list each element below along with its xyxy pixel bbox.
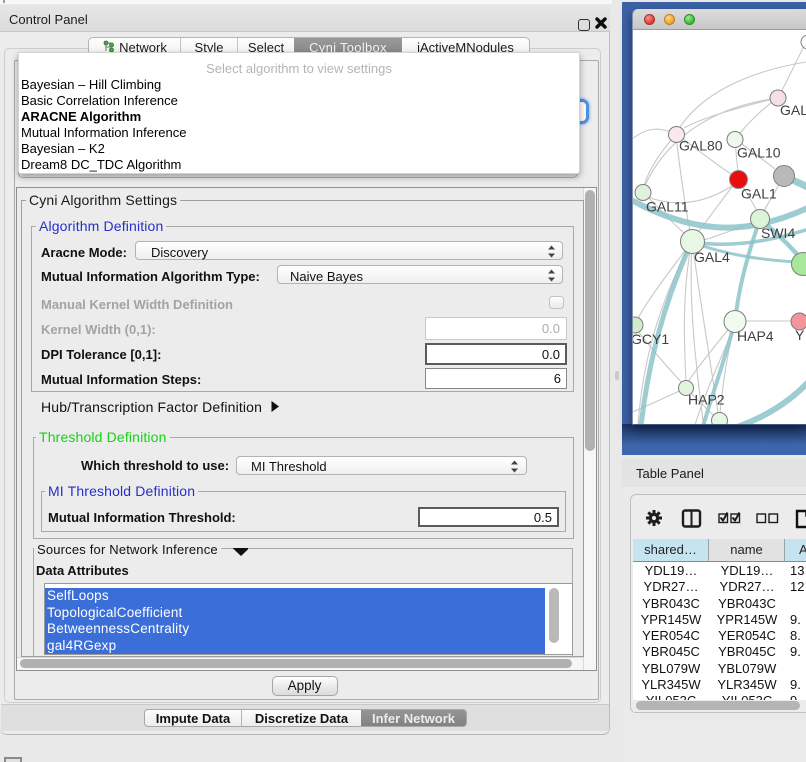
svg-text:Y: Y xyxy=(795,327,805,343)
svg-text:HAP2: HAP2 xyxy=(688,392,725,408)
svg-text:GAL1: GAL1 xyxy=(741,186,777,202)
svg-text:HAP4: HAP4 xyxy=(737,328,774,344)
svg-text:GAL4: GAL4 xyxy=(694,249,730,265)
svg-text:GAL80: GAL80 xyxy=(679,138,723,154)
svg-text:GCY1: GCY1 xyxy=(633,331,669,347)
svg-text:GAL10: GAL10 xyxy=(737,145,781,161)
svg-text:SWI4: SWI4 xyxy=(761,225,795,241)
svg-text:GAL11: GAL11 xyxy=(646,199,689,215)
svg-text:GAL2: GAL2 xyxy=(780,102,806,118)
